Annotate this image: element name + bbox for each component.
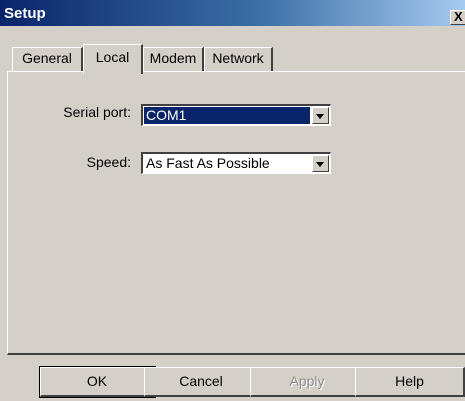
window-title: Setup — [4, 5, 46, 22]
serial-port-value: COM1 — [144, 107, 310, 124]
close-button[interactable]: X — [450, 10, 465, 25]
speed-label: Speed: — [86, 154, 131, 170]
setup-dialog: Setup X General Local Modem Network Seri… — [0, 0, 465, 401]
tab-local-label: Local — [95, 49, 130, 65]
speed-dropdown-arrow-icon[interactable] — [312, 155, 329, 172]
close-icon: X — [454, 10, 463, 24]
tab-network-label: Network — [212, 50, 264, 66]
help-button[interactable]: Help — [355, 367, 465, 397]
title-bar[interactable]: Setup — [0, 0, 465, 26]
tab-general-label: General — [22, 50, 72, 66]
speed-value: As Fast As Possible — [146, 155, 270, 171]
apply-button[interactable]: Apply — [250, 367, 365, 397]
serial-port-dropdown-arrow-icon[interactable] — [312, 107, 329, 124]
tab-local[interactable]: Local — [83, 44, 143, 74]
serial-port-label: Serial port: — [63, 104, 131, 120]
cancel-button[interactable]: Cancel — [144, 367, 259, 397]
tab-general[interactable]: General — [12, 47, 83, 71]
speed-select[interactable]: As Fast As Possible — [141, 152, 331, 174]
tab-modem-label: Modem — [149, 50, 197, 66]
ok-button[interactable]: OK — [39, 366, 156, 398]
serial-port-select[interactable]: COM1 — [141, 104, 331, 126]
tab-panel-local: Serial port: COM1 Speed: As Fast As Poss… — [7, 71, 465, 355]
tab-network[interactable]: Network — [204, 47, 273, 71]
tab-modem[interactable]: Modem — [143, 47, 204, 71]
